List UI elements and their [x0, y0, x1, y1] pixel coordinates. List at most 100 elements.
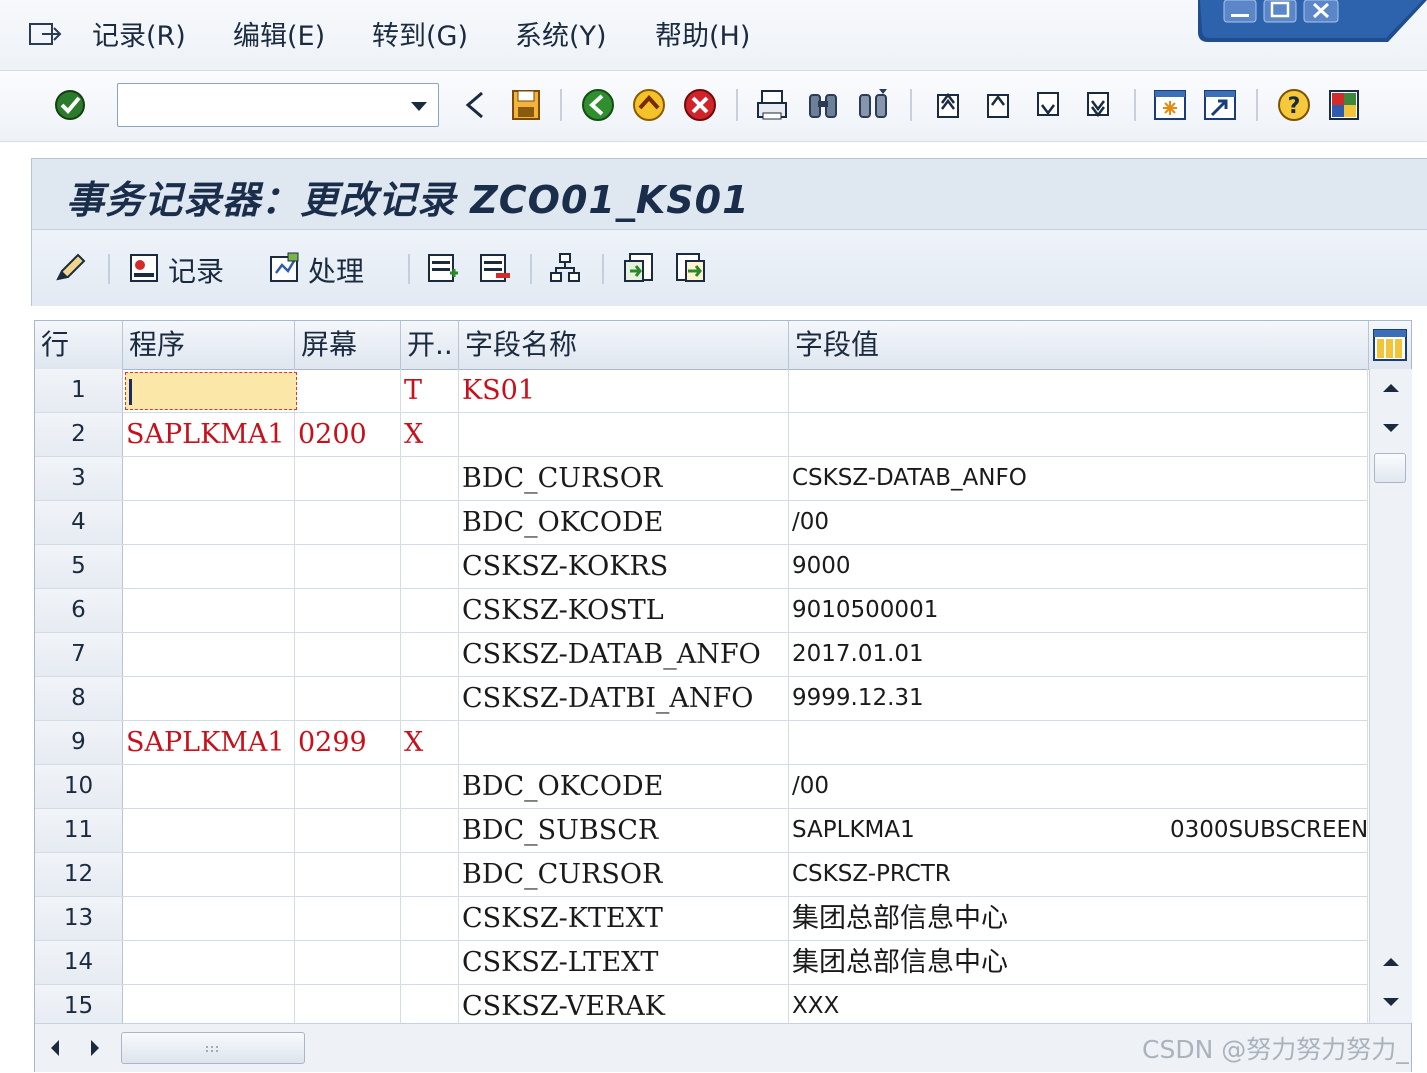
cell-field-value-continued[interactable]: 0300SUBSCREEN_: [1167, 809, 1368, 852]
command-input[interactable]: [122, 88, 396, 124]
cell-field-name[interactable]: [459, 413, 789, 456]
column-header-line[interactable]: 行: [35, 321, 123, 369]
scroll-down-icon[interactable]: [1376, 415, 1406, 441]
cancel-icon[interactable]: [682, 87, 718, 123]
column-header-screen[interactable]: 屏幕: [295, 321, 401, 369]
previous-page-icon[interactable]: [980, 87, 1016, 123]
cell-field-value[interactable]: 集团总部信息中心: [789, 897, 1368, 940]
menu-goto[interactable]: 转到(G): [372, 14, 468, 53]
table-row[interactable]: 14 CSKSZ-LTEXT 集团总部信息中心: [35, 941, 1368, 985]
table-row[interactable]: 4 BDC_OKCODE/00: [35, 501, 1368, 545]
shortcut-icon[interactable]: [1202, 87, 1238, 123]
cell-program[interactable]: [123, 677, 295, 720]
cell-screen[interactable]: [295, 589, 401, 632]
program-input-focused[interactable]: [125, 372, 297, 410]
cell-field-name[interactable]: CSKSZ-KOKRS: [459, 545, 789, 588]
cell-start[interactable]: [401, 897, 459, 940]
cell-screen[interactable]: [295, 545, 401, 588]
cell-field-name[interactable]: CSKSZ-DATBI_ANFO: [459, 677, 789, 720]
cell-field-value[interactable]: [789, 369, 1368, 412]
cell-start[interactable]: [401, 633, 459, 676]
menu-help[interactable]: 帮助(H): [655, 14, 750, 53]
cell-program[interactable]: [123, 897, 295, 940]
back-green-icon[interactable]: [580, 87, 616, 123]
cell-start[interactable]: X: [401, 721, 459, 764]
cell-field-name[interactable]: KS01: [459, 369, 789, 412]
cell-field-value[interactable]: 9000: [789, 545, 1368, 588]
table-row[interactable]: 11 BDC_SUBSCR SAPLKMA1 0300SUBSCREEN_: [35, 809, 1368, 853]
save-icon[interactable]: [508, 87, 544, 123]
cell-screen[interactable]: [295, 985, 401, 1028]
cell-start[interactable]: [401, 853, 459, 896]
cell-field-value[interactable]: /00: [789, 765, 1368, 808]
cell-field-name[interactable]: BDC_OKCODE: [459, 501, 789, 544]
table-row[interactable]: 1 T KS01: [35, 369, 1368, 413]
cell-screen[interactable]: [295, 941, 401, 984]
cell-field-name[interactable]: CSKSZ-KOSTL: [459, 589, 789, 632]
cell-program[interactable]: SAPLKMA1: [123, 413, 295, 456]
table-row[interactable]: 13 CSKSZ-KTEXT 集团总部信息中心: [35, 897, 1368, 941]
cell-program[interactable]: [123, 809, 295, 852]
record-icon[interactable]: [128, 251, 162, 285]
cell-field-name[interactable]: BDC_OKCODE: [459, 765, 789, 808]
hierarchy-icon[interactable]: [548, 251, 582, 285]
table-row[interactable]: 6 CSKSZ-KOSTL 9010500001: [35, 589, 1368, 633]
table-row[interactable]: 10 BDC_OKCODE/00: [35, 765, 1368, 809]
cell-program[interactable]: [123, 633, 295, 676]
cell-field-value[interactable]: 9010500001: [789, 589, 1368, 632]
delete-line-icon[interactable]: [478, 251, 512, 285]
vertical-scrollbar[interactable]: [1369, 369, 1412, 1023]
page-down-icon[interactable]: [1376, 989, 1406, 1015]
cell-program[interactable]: [123, 985, 295, 1028]
cell-program[interactable]: [123, 589, 295, 632]
table-row[interactable]: 3 BDC_CURSOR CSKSZ-DATAB_ANFO: [35, 457, 1368, 501]
cell-field-name[interactable]: BDC_CURSOR: [459, 853, 789, 896]
column-header-field-name[interactable]: 字段名称: [459, 321, 789, 369]
cell-field-value[interactable]: /00: [789, 501, 1368, 544]
menu-record[interactable]: 记录(R): [92, 14, 186, 53]
back-arrow-icon[interactable]: [458, 87, 494, 123]
cell-field-name[interactable]: CSKSZ-DATAB_ANFO: [459, 633, 789, 676]
last-page-icon[interactable]: [1080, 87, 1116, 123]
cell-field-name[interactable]: [459, 721, 789, 764]
cell-field-name[interactable]: BDC_SUBSCR: [459, 809, 789, 852]
cell-field-name[interactable]: CSKSZ-VERAK: [459, 985, 789, 1028]
menu-edit[interactable]: 编辑(E): [233, 14, 325, 53]
cell-start[interactable]: X: [401, 413, 459, 456]
scroll-left-icon[interactable]: [45, 1036, 65, 1060]
maximize-icon[interactable]: [1263, 0, 1297, 23]
table-row[interactable]: 9 SAPLKMA1 0299 X: [35, 721, 1368, 765]
cell-screen[interactable]: [295, 853, 401, 896]
cell-program[interactable]: [123, 765, 295, 808]
import-icon[interactable]: [622, 251, 656, 285]
cell-program[interactable]: [123, 941, 295, 984]
cell-field-value[interactable]: [789, 721, 1368, 764]
column-header-start[interactable]: 开..: [401, 321, 459, 369]
column-header-field-value[interactable]: 字段值: [789, 321, 1369, 369]
cell-program[interactable]: [123, 853, 295, 896]
table-row[interactable]: 2 SAPLKMA1 0200 X: [35, 413, 1368, 457]
cell-field-name[interactable]: CSKSZ-LTEXT: [459, 941, 789, 984]
find-next-icon[interactable]: [855, 87, 891, 123]
chevron-down-icon[interactable]: [410, 100, 428, 112]
cell-screen[interactable]: [295, 633, 401, 676]
process-button[interactable]: 处理: [308, 250, 364, 290]
cell-start[interactable]: [401, 677, 459, 720]
cell-field-value[interactable]: [789, 413, 1368, 456]
scroll-right-icon[interactable]: [85, 1036, 105, 1060]
print-icon[interactable]: [754, 87, 790, 123]
command-field[interactable]: [117, 83, 439, 127]
enter-check-icon[interactable]: [52, 87, 88, 123]
cell-field-value[interactable]: 2017.01.01: [789, 633, 1368, 676]
cell-start[interactable]: [401, 501, 459, 544]
cell-start[interactable]: [401, 765, 459, 808]
cell-screen[interactable]: [295, 897, 401, 940]
cell-screen[interactable]: [295, 501, 401, 544]
cell-field-value[interactable]: XXX: [789, 985, 1368, 1028]
cell-program[interactable]: [123, 545, 295, 588]
cell-field-value[interactable]: 9999.12.31: [789, 677, 1368, 720]
table-row[interactable]: 8 CSKSZ-DATBI_ANFO 9999.12.31: [35, 677, 1368, 721]
menu-system[interactable]: 系统(Y): [515, 14, 607, 53]
column-settings-icon[interactable]: [1373, 329, 1407, 361]
cell-start[interactable]: [401, 985, 459, 1028]
